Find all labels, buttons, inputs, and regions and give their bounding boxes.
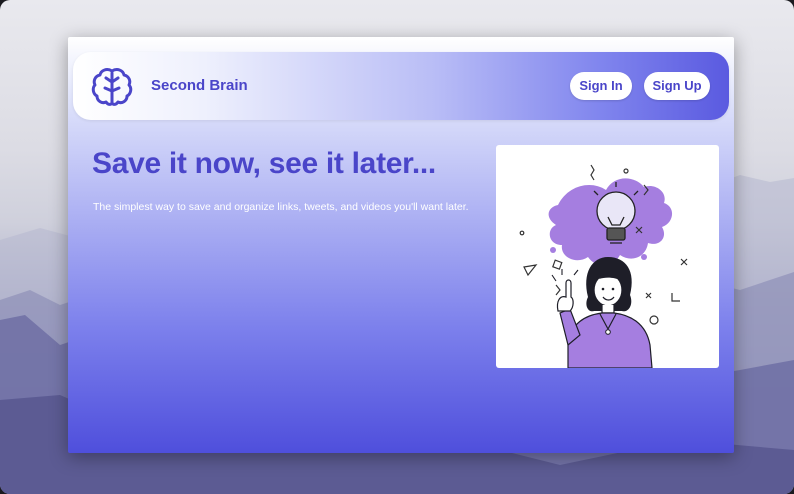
hero-subtitle: The simplest way to save and organize li… [93,201,469,213]
sign-in-button[interactable]: Sign In [570,72,632,100]
browser-window: Second Brain Sign In Sign Up Save it now… [68,37,734,453]
desktop-background: Second Brain Sign In Sign Up Save it now… [0,0,794,494]
brand-name[interactable]: Second Brain [151,77,248,94]
hero-title: Save it now, see it later... [92,147,436,180]
navbar: Second Brain Sign In Sign Up [73,52,729,120]
brain-icon[interactable] [89,64,135,110]
hero-illustration [496,145,719,369]
woman-lightbulb-illustration [519,164,688,369]
sign-up-button[interactable]: Sign Up [644,72,710,100]
